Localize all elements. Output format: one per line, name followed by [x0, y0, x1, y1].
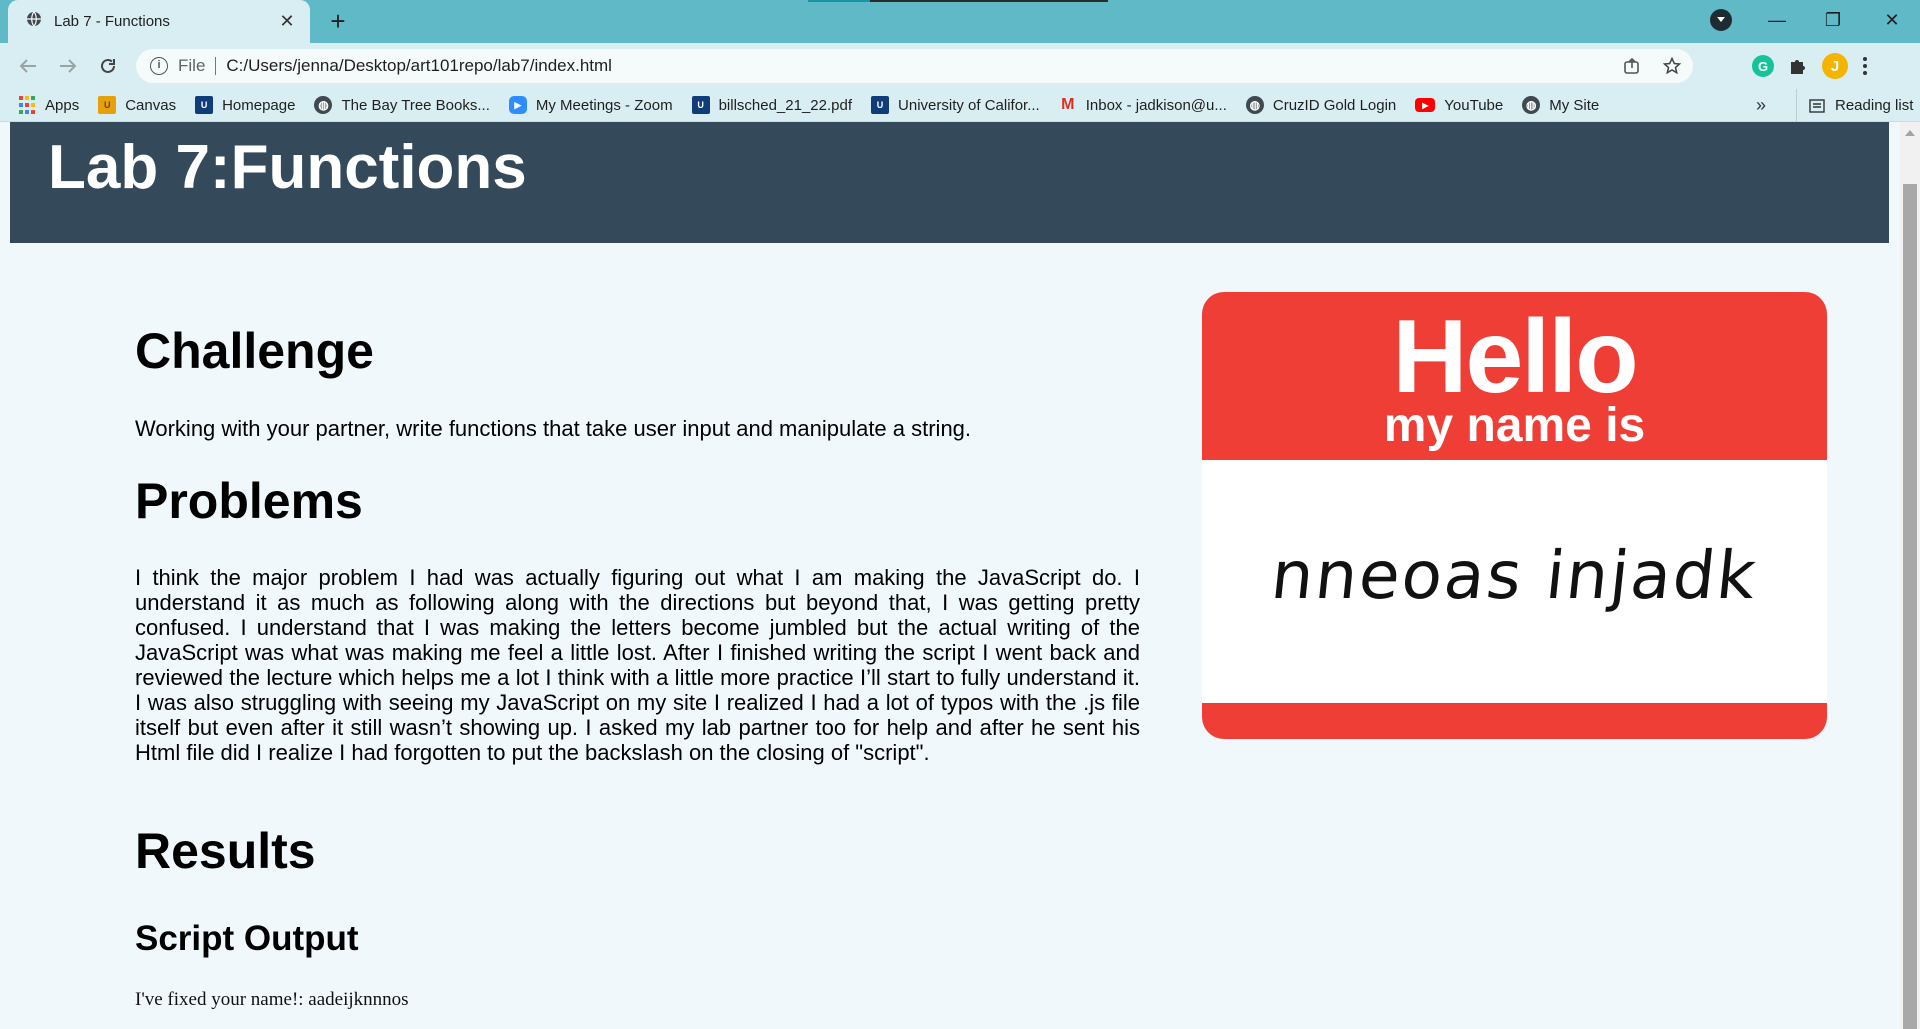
page-title: Lab 7:Functions	[48, 133, 527, 202]
bookmark-bay-tree-books[interactable]: ◍ The Bay Tree Books...	[314, 96, 490, 114]
bookmark-inbox[interactable]: M Inbox - jadkison@u...	[1059, 96, 1227, 114]
scroll-up-arrow-icon[interactable]	[1905, 130, 1915, 136]
bookmark-label: My Meetings - Zoom	[535, 96, 673, 114]
grammarly-extension-icon[interactable]: G	[1752, 55, 1774, 77]
reading-list-label: Reading list	[1835, 97, 1914, 114]
bookmarks-bar: Apps U Canvas U Homepage ◍ The Bay Tree …	[0, 89, 1920, 122]
bookmark-zoom[interactable]: ▶ My Meetings - Zoom	[508, 96, 673, 114]
name-tag-image: Hello my name is nneoas injadk	[1202, 292, 1827, 739]
bookmark-billsched[interactable]: U billsched_21_22.pdf	[691, 96, 853, 114]
extensions-area: G J	[1752, 43, 1868, 89]
bookmark-apps[interactable]: Apps	[18, 96, 79, 114]
tab-title: Lab 7 - Functions	[54, 13, 170, 30]
browser-tab-active[interactable]: Lab 7 - Functions ✕	[8, 0, 310, 43]
name-tag-subtitle: my name is	[1383, 399, 1646, 452]
ucsc-icon: U	[195, 96, 214, 114]
bookmark-label: My Site	[1549, 96, 1600, 114]
bookmark-label: Canvas	[125, 96, 177, 114]
bookmark-label: Inbox - jadkison@u...	[1085, 96, 1227, 114]
kebab-menu-icon[interactable]	[1862, 56, 1868, 76]
gmail-icon: M	[1061, 96, 1075, 113]
chevron-down-icon	[1717, 17, 1725, 22]
url-scheme-label: File	[178, 56, 206, 75]
back-button[interactable]	[8, 46, 48, 86]
bookmark-canvas[interactable]: U Canvas	[98, 96, 176, 114]
site-header: Lab 7:Functions	[10, 122, 1889, 243]
results-heading: Results	[135, 823, 316, 879]
bookmarks-overflow-button[interactable]: »	[1756, 89, 1766, 122]
canvas-icon: U	[98, 96, 117, 114]
url-separator	[215, 57, 217, 75]
profile-avatar[interactable]: J	[1822, 53, 1848, 79]
globe-icon: ◍	[314, 96, 333, 114]
globe-icon: ◍	[1522, 96, 1541, 114]
bookmark-star-icon[interactable]	[1663, 57, 1681, 75]
bookmark-cruzid[interactable]: ◍ CruzID Gold Login	[1245, 96, 1397, 114]
close-window-button[interactable]: ✕	[1864, 0, 1920, 40]
arrow-left-icon	[19, 59, 36, 73]
bookmark-label: billsched_21_22.pdf	[718, 96, 853, 114]
bookmark-label: Homepage	[222, 96, 296, 114]
ucsc-icon: U	[691, 96, 710, 114]
arrow-right-icon	[60, 59, 77, 73]
address-bar[interactable]: i File C:/Users/jenna/Desktop/art101repo…	[136, 49, 1693, 83]
name-tag-handwritten-name: nneoas injadk	[1267, 537, 1762, 614]
globe-icon: ◍	[1245, 96, 1264, 114]
problems-heading: Problems	[135, 473, 363, 529]
share-icon[interactable]	[1623, 57, 1641, 75]
reload-icon	[101, 58, 115, 73]
vertical-scrollbar[interactable]	[1900, 122, 1920, 1029]
bookmark-my-site[interactable]: ◍ My Site	[1522, 96, 1599, 114]
tab-close-icon[interactable]: ✕	[276, 11, 298, 32]
bookmark-label: CruzID Gold Login	[1272, 96, 1397, 114]
new-tab-button[interactable]: +	[322, 6, 354, 38]
tab-strip-accent-left	[808, 0, 870, 2]
zoom-icon: ▶	[508, 96, 527, 114]
ucsc-icon: U	[871, 96, 890, 114]
omnibox-actions	[1623, 49, 1681, 83]
challenge-heading: Challenge	[135, 323, 374, 379]
bookmark-homepage[interactable]: U Homepage	[195, 96, 295, 114]
bookmark-university[interactable]: U University of Califor...	[871, 96, 1040, 114]
browser-toolbar: i File C:/Users/jenna/Desktop/art101repo…	[0, 43, 1920, 89]
forward-button[interactable]	[48, 46, 88, 86]
info-icon[interactable]: i	[150, 57, 168, 75]
reload-button[interactable]	[88, 46, 128, 86]
script-output-heading: Script Output	[135, 919, 359, 958]
url-text[interactable]: C:/Users/jenna/Desktop/art101repo/lab7/i…	[226, 56, 612, 76]
apps-grid-icon	[18, 96, 36, 114]
youtube-icon: ▶	[1415, 98, 1436, 112]
restore-button[interactable]: ❐	[1805, 0, 1861, 40]
tab-strip: Lab 7 - Functions ✕ + — ❐ ✕	[0, 0, 1920, 43]
puzzle-extensions-icon[interactable]	[1788, 56, 1808, 76]
bookmark-label: The Bay Tree Books...	[341, 96, 490, 114]
script-output-text: I've fixed your name!: aadeijknnnos	[135, 989, 409, 1010]
name-tag-footer-band	[1202, 703, 1827, 739]
problems-text: I think the major problem I had was actu…	[135, 565, 1140, 765]
challenge-text: Working with your partner, write functio…	[135, 416, 972, 441]
bookmark-label: YouTube	[1444, 96, 1504, 114]
page-viewport: Lab 7:Functions Challenge Working with y…	[0, 122, 1900, 1029]
bookmark-youtube[interactable]: ▶ YouTube	[1415, 97, 1503, 114]
minimize-button[interactable]: —	[1749, 0, 1805, 40]
bookmark-label: University of Califor...	[898, 96, 1040, 114]
bookmark-label: Apps	[45, 96, 80, 114]
reading-list-button[interactable]: Reading list	[1796, 89, 1913, 122]
reading-list-icon	[1809, 98, 1825, 113]
globe-icon	[26, 11, 42, 32]
tab-search-button[interactable]	[1710, 9, 1732, 31]
scrollbar-thumb[interactable]	[1903, 184, 1917, 1029]
